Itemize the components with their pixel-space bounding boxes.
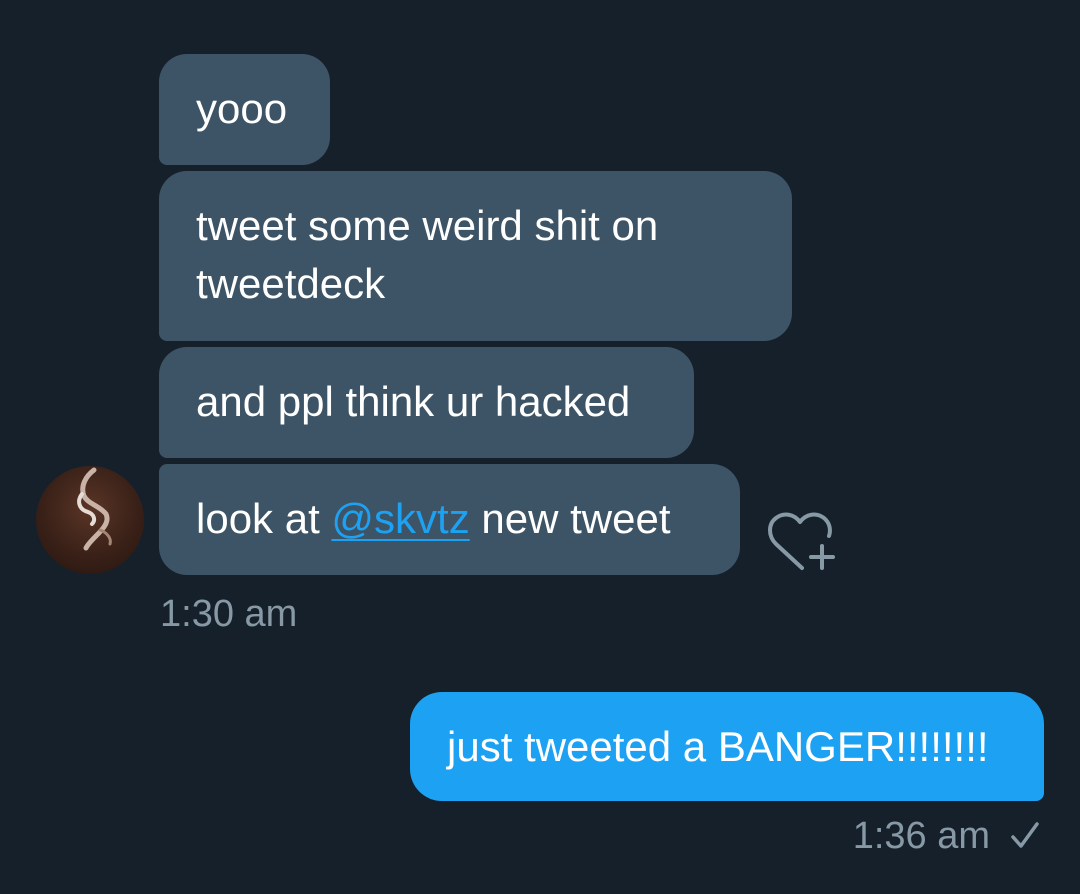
sent-timestamp: 1:36 am	[852, 815, 990, 857]
avatar[interactable]	[36, 466, 144, 574]
received-message[interactable]: tweet some weird shit on tweetdeck	[159, 171, 792, 341]
sent-message[interactable]: just tweeted a BANGER!!!!!!!!	[410, 692, 1044, 801]
mention-link[interactable]: @skvtz	[331, 495, 469, 542]
heart-plus-icon	[768, 512, 835, 570]
checkmark-icon	[1011, 822, 1039, 848]
received-timestamp: 1:30 am	[160, 593, 298, 635]
message-text: yooo	[196, 85, 288, 132]
message-text: new tweet	[469, 495, 671, 542]
react-button[interactable]	[766, 510, 836, 572]
received-message[interactable]: yooo	[159, 54, 330, 165]
message-text: tweet some weird shit on tweetdeck	[196, 202, 659, 307]
received-message[interactable]: look at @skvtz new tweet	[159, 464, 740, 575]
message-text: and ppl think ur hacked	[196, 378, 631, 425]
received-message[interactable]: and ppl think ur hacked	[159, 347, 694, 458]
avatar-image	[77, 467, 112, 551]
message-text: just tweeted a BANGER!!!!!!!!	[447, 723, 989, 770]
message-text: look at	[196, 495, 332, 542]
sent-meta: 1:36 am	[853, 814, 1040, 858]
